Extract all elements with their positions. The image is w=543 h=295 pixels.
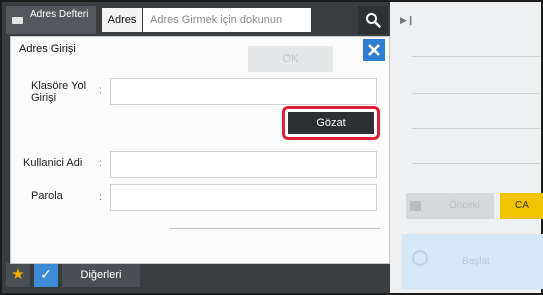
username-label: Kullanici Adi [23,157,83,169]
close-icon [368,44,380,56]
left-strip [2,36,10,266]
panel-divider [412,56,540,57]
password-label: Parola [31,190,63,202]
search-icon [366,13,381,28]
address-book-button[interactable]: Adres Defteri [6,6,96,34]
field-separator: : [99,85,102,96]
close-button[interactable] [363,39,385,61]
search-button[interactable] [358,6,388,34]
dialog-bottom-edge [170,228,380,229]
expand-arrow-icon[interactable]: ▶❙ [400,15,414,26]
address-book-label: Adres Defteri [30,9,89,20]
address-input[interactable]: Adres Girmek için dokunun [143,8,311,32]
browse-button[interactable]: Gözat [288,112,374,134]
field-separator: : [99,192,102,203]
ok-button[interactable]: OK [248,46,333,72]
address-entry-dialog: Adres Girişi OK Klasöre Yol Girişi : Göz… [10,36,390,264]
start-icon [412,250,428,266]
star-icon[interactable]: ★ [6,263,30,287]
username-input[interactable] [110,151,377,178]
browse-button-highlight[interactable]: Gözat [282,106,380,140]
folder-path-input[interactable] [110,78,377,105]
bottom-bar [2,262,390,293]
panel-divider [412,93,540,94]
top-bar: Adres Defteri Adres Adres Girmek için do… [2,2,390,36]
address-book-icon [12,17,23,24]
others-button[interactable]: Diğerleri [62,263,140,287]
address-tab[interactable]: Adres [102,8,142,32]
password-input[interactable] [110,184,377,211]
panel-divider [412,163,540,164]
field-separator: : [99,158,102,169]
ca-button[interactable]: CA [500,193,543,219]
dialog-title: Adres Girişi [19,43,76,55]
previous-icon [410,201,421,211]
check-icon[interactable]: ✓ [34,263,58,287]
panel-divider [412,128,540,129]
folder-path-label: Klasöre Yol Girişi [31,80,87,104]
